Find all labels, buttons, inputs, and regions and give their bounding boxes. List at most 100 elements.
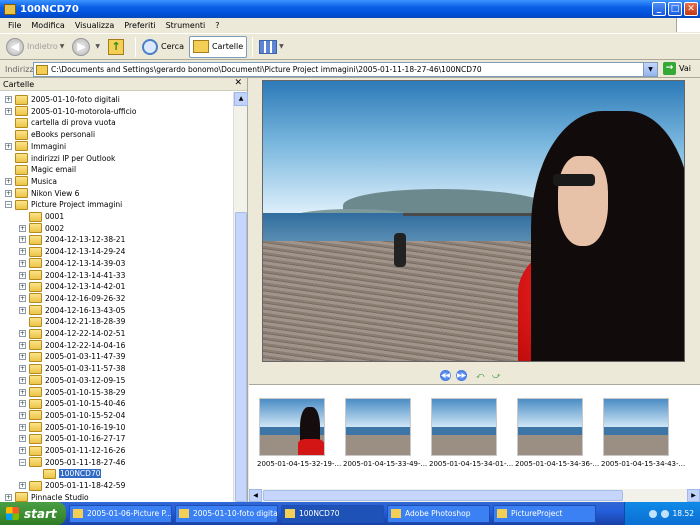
thumbnail-item[interactable]: 2005-01-04-15-34-01-... — [429, 398, 513, 468]
back-button[interactable]: ◀ Indietro ▼ — [3, 36, 67, 58]
tree-item[interactable]: +2004-12-22-14-02-51 — [19, 328, 125, 339]
tree-item[interactable]: +2004-12-13-12-38-21 — [19, 234, 125, 245]
scroll-right-button[interactable]: ▶ — [687, 489, 700, 502]
expand-icon[interactable]: + — [5, 142, 12, 150]
thumbnail-image[interactable] — [259, 398, 325, 456]
expand-icon[interactable]: + — [19, 236, 26, 244]
tree-item[interactable]: − 2005-01-11-18-27-46 — [19, 457, 125, 468]
tree-scrollbar[interactable]: ▲ — [233, 92, 248, 502]
menu-modifica[interactable]: Modifica — [26, 21, 69, 30]
close-button[interactable]: ✕ — [684, 2, 698, 16]
up-folder-button[interactable]: ↑ — [105, 36, 130, 58]
thumbnail-item[interactable]: 2005-01-04-15-32-19-... — [257, 398, 341, 468]
expand-icon[interactable]: + — [19, 224, 26, 232]
menu-visualizza[interactable]: Visualizza — [70, 21, 119, 30]
expand-icon[interactable]: + — [19, 400, 26, 408]
scrollbar-thumb[interactable] — [235, 212, 247, 502]
expand-icon[interactable]: + — [19, 271, 26, 279]
expand-icon[interactable]: + — [19, 388, 26, 396]
tree-item[interactable]: +2005-01-10-16-27-17 — [19, 433, 125, 444]
tree-item[interactable]: Magic email — [5, 164, 76, 175]
expand-icon[interactable]: + — [19, 411, 26, 419]
tree-item[interactable]: +2004-12-16-09-26-32 — [19, 293, 125, 304]
tree-item[interactable]: +0002 — [19, 223, 64, 234]
tree-item[interactable]: +2005-01-10-15-40-46 — [19, 398, 125, 409]
tree-item[interactable]: 0001 — [19, 211, 64, 222]
thumbnail-image[interactable] — [603, 398, 669, 456]
expand-icon[interactable]: + — [19, 330, 26, 337]
chevron-down-icon[interactable]: ▼ — [95, 43, 100, 50]
minimize-button[interactable]: _ — [652, 2, 666, 16]
tree-item[interactable]: +2004-12-13-14-41-33 — [19, 270, 125, 281]
expand-icon[interactable]: + — [19, 447, 26, 454]
taskbar-button[interactable]: 2005-01-10-foto digitali — [175, 504, 278, 523]
chevron-down-icon[interactable]: ▼ — [60, 43, 65, 50]
expand-icon[interactable]: + — [5, 493, 12, 501]
tree-item[interactable]: +2005-01-03-11-47-39 — [19, 351, 125, 362]
previous-image-button[interactable]: ◀◀ — [440, 370, 451, 381]
tree-item[interactable]: 100NCD70 — [33, 468, 102, 479]
scrollbar-thumb[interactable] — [263, 490, 623, 501]
thumbnail-image[interactable] — [431, 398, 497, 456]
expand-icon[interactable]: + — [5, 107, 12, 115]
tree-item[interactable]: +2005-01-10-foto digitali — [5, 94, 120, 105]
start-button[interactable]: start — [0, 502, 66, 525]
expand-icon[interactable]: + — [5, 96, 12, 103]
search-button[interactable]: Cerca — [139, 36, 187, 58]
tree-item[interactable]: +2005-01-03-12-09-15 — [19, 375, 125, 386]
menu-file[interactable]: File — [3, 21, 26, 30]
tree-item[interactable]: +2005-01-10-motorola-ufficio — [5, 106, 136, 117]
expand-icon[interactable]: + — [5, 177, 12, 185]
tree-item[interactable]: − Picture Project immagini — [5, 199, 122, 210]
chevron-down-icon[interactable]: ▼ — [279, 43, 284, 50]
rotate-left-icon[interactable]: ⤺ — [476, 371, 488, 380]
collapse-icon[interactable]: − — [5, 201, 12, 209]
tree-item[interactable]: +2005-01-03-11-57-38 — [19, 363, 125, 374]
tree-item[interactable]: +2004-12-13-14-29-24 — [19, 246, 125, 257]
tree-item[interactable]: +2005-01-10-15-52-04 — [19, 410, 125, 421]
tree-item[interactable]: eBooks personali — [5, 129, 95, 140]
expand-icon[interactable]: + — [19, 341, 26, 349]
tree-item[interactable]: +2005-01-11-12-16-26 — [19, 445, 125, 456]
tree-item[interactable]: + Pinnacle Studio — [5, 492, 89, 502]
tree-item[interactable]: +2004-12-13-14-39-03 — [19, 258, 125, 269]
thumbnail-image[interactable] — [517, 398, 583, 456]
tree-item[interactable]: +2005-01-10-15-38-29 — [19, 387, 125, 398]
views-button[interactable]: ▼ — [256, 36, 287, 58]
tree-item[interactable]: +2004-12-16-13-43-05 — [19, 305, 125, 316]
scroll-left-button[interactable]: ◀ — [249, 489, 262, 502]
next-image-button[interactable]: ▶▶ — [456, 370, 467, 381]
forward-button[interactable]: ▶ ▼ — [69, 36, 103, 58]
tree-item[interactable]: + Nikon View 6 — [5, 188, 79, 199]
taskbar-button[interactable]: 2005-01-06-Picture P... — [69, 504, 172, 523]
title-bar[interactable]: 100NCD70 _ □ ✕ — [0, 0, 700, 18]
tree-item[interactable]: +2004-12-13-14-42-01 — [19, 281, 125, 292]
menu-help[interactable]: ? — [210, 21, 224, 30]
scroll-up-button[interactable]: ▲ — [234, 92, 248, 106]
network-icon[interactable] — [648, 509, 657, 518]
rotate-right-icon[interactable]: ⤻ — [492, 371, 504, 380]
expand-icon[interactable]: + — [19, 365, 26, 373]
thumbnail-item[interactable]: 2005-01-04-15-34-36-... — [515, 398, 599, 468]
close-icon[interactable]: ✕ — [234, 78, 242, 88]
go-button[interactable]: → Vai — [663, 62, 691, 75]
address-dropdown-button[interactable]: ▼ — [643, 63, 657, 76]
taskbar-button[interactable]: PictureProject — [493, 504, 596, 523]
expand-icon[interactable]: + — [19, 306, 26, 314]
expand-icon[interactable]: + — [19, 294, 26, 302]
tree-item[interactable]: +2004-12-22-14-04-16 — [19, 340, 125, 351]
expand-icon[interactable]: + — [19, 435, 26, 443]
expand-icon[interactable]: + — [19, 353, 26, 361]
tree-item[interactable]: +2005-01-11-18-42-59 — [19, 480, 125, 491]
expand-icon[interactable]: + — [19, 283, 26, 291]
tree-item[interactable]: + Musica — [5, 176, 57, 187]
volume-icon[interactable] — [660, 509, 669, 518]
expand-icon[interactable]: + — [19, 376, 26, 384]
expand-icon[interactable]: + — [19, 423, 26, 431]
address-input[interactable]: C:\Documents and Settings\gerardo bonomo… — [33, 62, 658, 77]
taskbar-button[interactable]: 100NCD70 — [281, 504, 384, 523]
tree-item[interactable]: 2004-12-21-18-28-39 — [19, 316, 125, 327]
tree-item[interactable]: + Immagini — [5, 141, 66, 152]
expand-icon[interactable]: + — [19, 482, 26, 490]
thumbnail-item[interactable]: 2005-01-04-15-34-43-... — [601, 398, 685, 468]
